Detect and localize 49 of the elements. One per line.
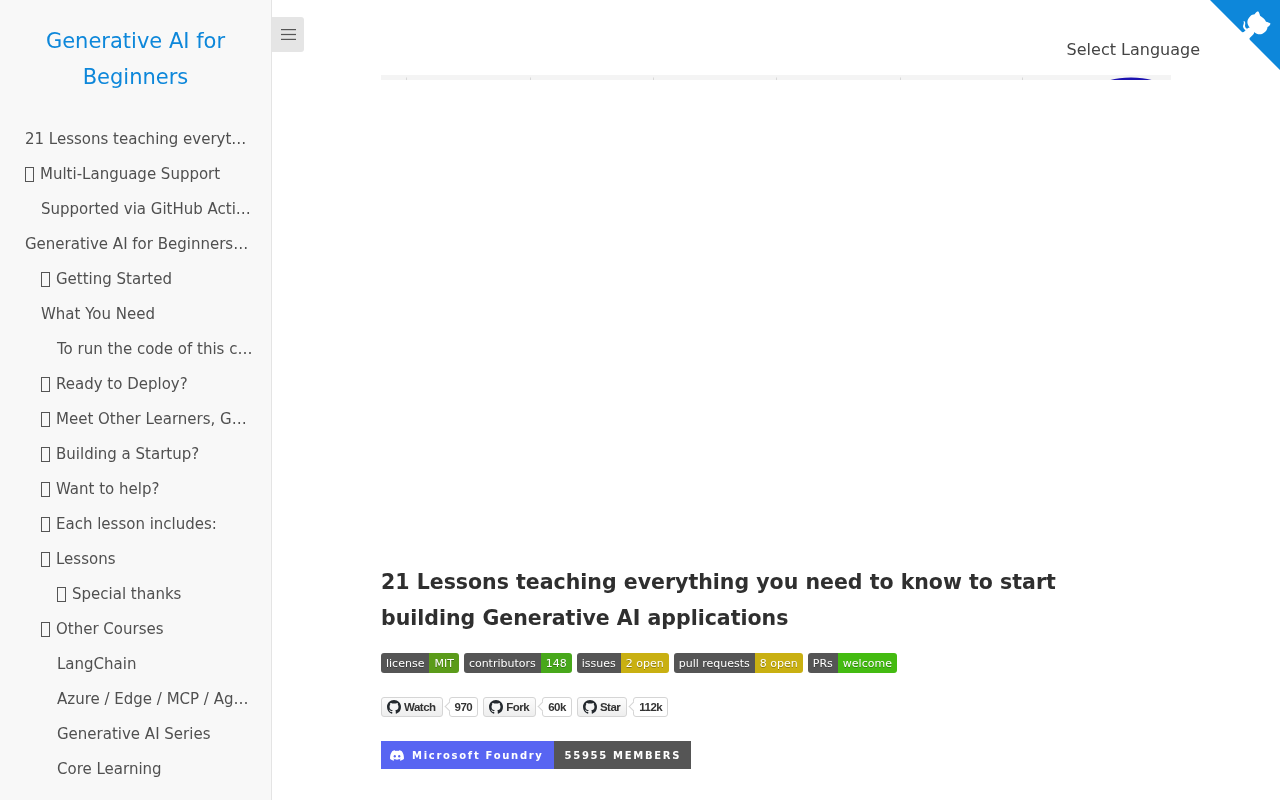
missing-glyph-icon: [41, 447, 50, 462]
sidebar-link[interactable]: Special thanks: [57, 583, 182, 604]
discord-logo-icon: [390, 749, 404, 761]
missing-glyph-icon: [41, 622, 50, 637]
community-label[interactable]: Microsoft Foundry: [381, 741, 554, 769]
missing-glyph-icon: [41, 272, 50, 287]
sidebar-link[interactable]: Core Learning: [57, 758, 162, 779]
sidebar-toggle-button[interactable]: [272, 17, 304, 52]
sidebar-link[interactable]: Lessons: [41, 548, 116, 569]
github-logo-icon: [387, 700, 401, 714]
missing-glyph-icon: [25, 167, 34, 182]
sidebar-link[interactable]: Building a Startup?: [41, 443, 200, 464]
sidebar-link[interactable]: 21 Lessons teaching everyt…: [25, 128, 247, 149]
sidebar-link[interactable]: Each lesson includes:: [41, 513, 217, 534]
github-logo-icon: [489, 700, 504, 714]
github-button[interactable]: Fork: [483, 697, 537, 717]
github-button[interactable]: Star: [576, 697, 628, 717]
sidebar-link[interactable]: To run the code of this c…: [57, 338, 253, 359]
github-logo-icon: [582, 700, 597, 714]
badge-label[interactable]: contributors: [463, 653, 541, 673]
badge-label[interactable]: pull requests: [673, 653, 755, 673]
github-button[interactable]: Watch: [381, 697, 443, 717]
sidebar-link[interactable]: Generative AI Series: [57, 723, 211, 744]
badge-label[interactable]: license: [381, 653, 430, 673]
sidebar-link[interactable]: Supported via GitHub Acti…: [41, 198, 251, 219]
menu-icon: [280, 29, 296, 40]
sidebar-link[interactable]: Azure / Edge / MCP / Ag…: [57, 688, 249, 709]
member-count[interactable]: 55955 MEMBERS: [553, 741, 692, 769]
article-heading: 21 Lessons teaching everything you need to know to start building Generative AI applications: [381, 569, 1057, 632]
github-corner-icon[interactable]: [1210, 0, 1280, 70]
missing-glyph-icon: [41, 552, 50, 567]
sidebar-link[interactable]: What You Need: [41, 303, 155, 324]
sidebar-link[interactable]: Generative AI for Beginners…: [25, 233, 249, 254]
sidebar-link[interactable]: Want to help?: [41, 478, 160, 499]
missing-glyph-icon: [41, 412, 50, 427]
language-selector[interactable]: Select Language: [1066, 40, 1200, 60]
sidebar-link[interactable]: LangChain: [57, 653, 137, 674]
site-title[interactable]: Generative AI for Beginners: [0, 23, 271, 95]
missing-glyph-icon: [57, 587, 66, 602]
sidebar-link[interactable]: Ready to Deploy?: [41, 373, 188, 394]
badge-label[interactable]: PRs: [807, 653, 838, 673]
sidebar-link[interactable]: Meet Other Learners, G…: [41, 408, 247, 429]
missing-glyph-icon: [41, 517, 50, 532]
sidebar-link[interactable]: Getting Started: [41, 268, 172, 289]
sidebar-link[interactable]: Other Courses: [41, 618, 164, 639]
badge-label[interactable]: issues: [576, 653, 621, 673]
sidebar-link[interactable]: Multi-Language Support: [25, 163, 221, 184]
missing-glyph-icon: [41, 482, 50, 497]
missing-glyph-icon: [41, 377, 50, 392]
